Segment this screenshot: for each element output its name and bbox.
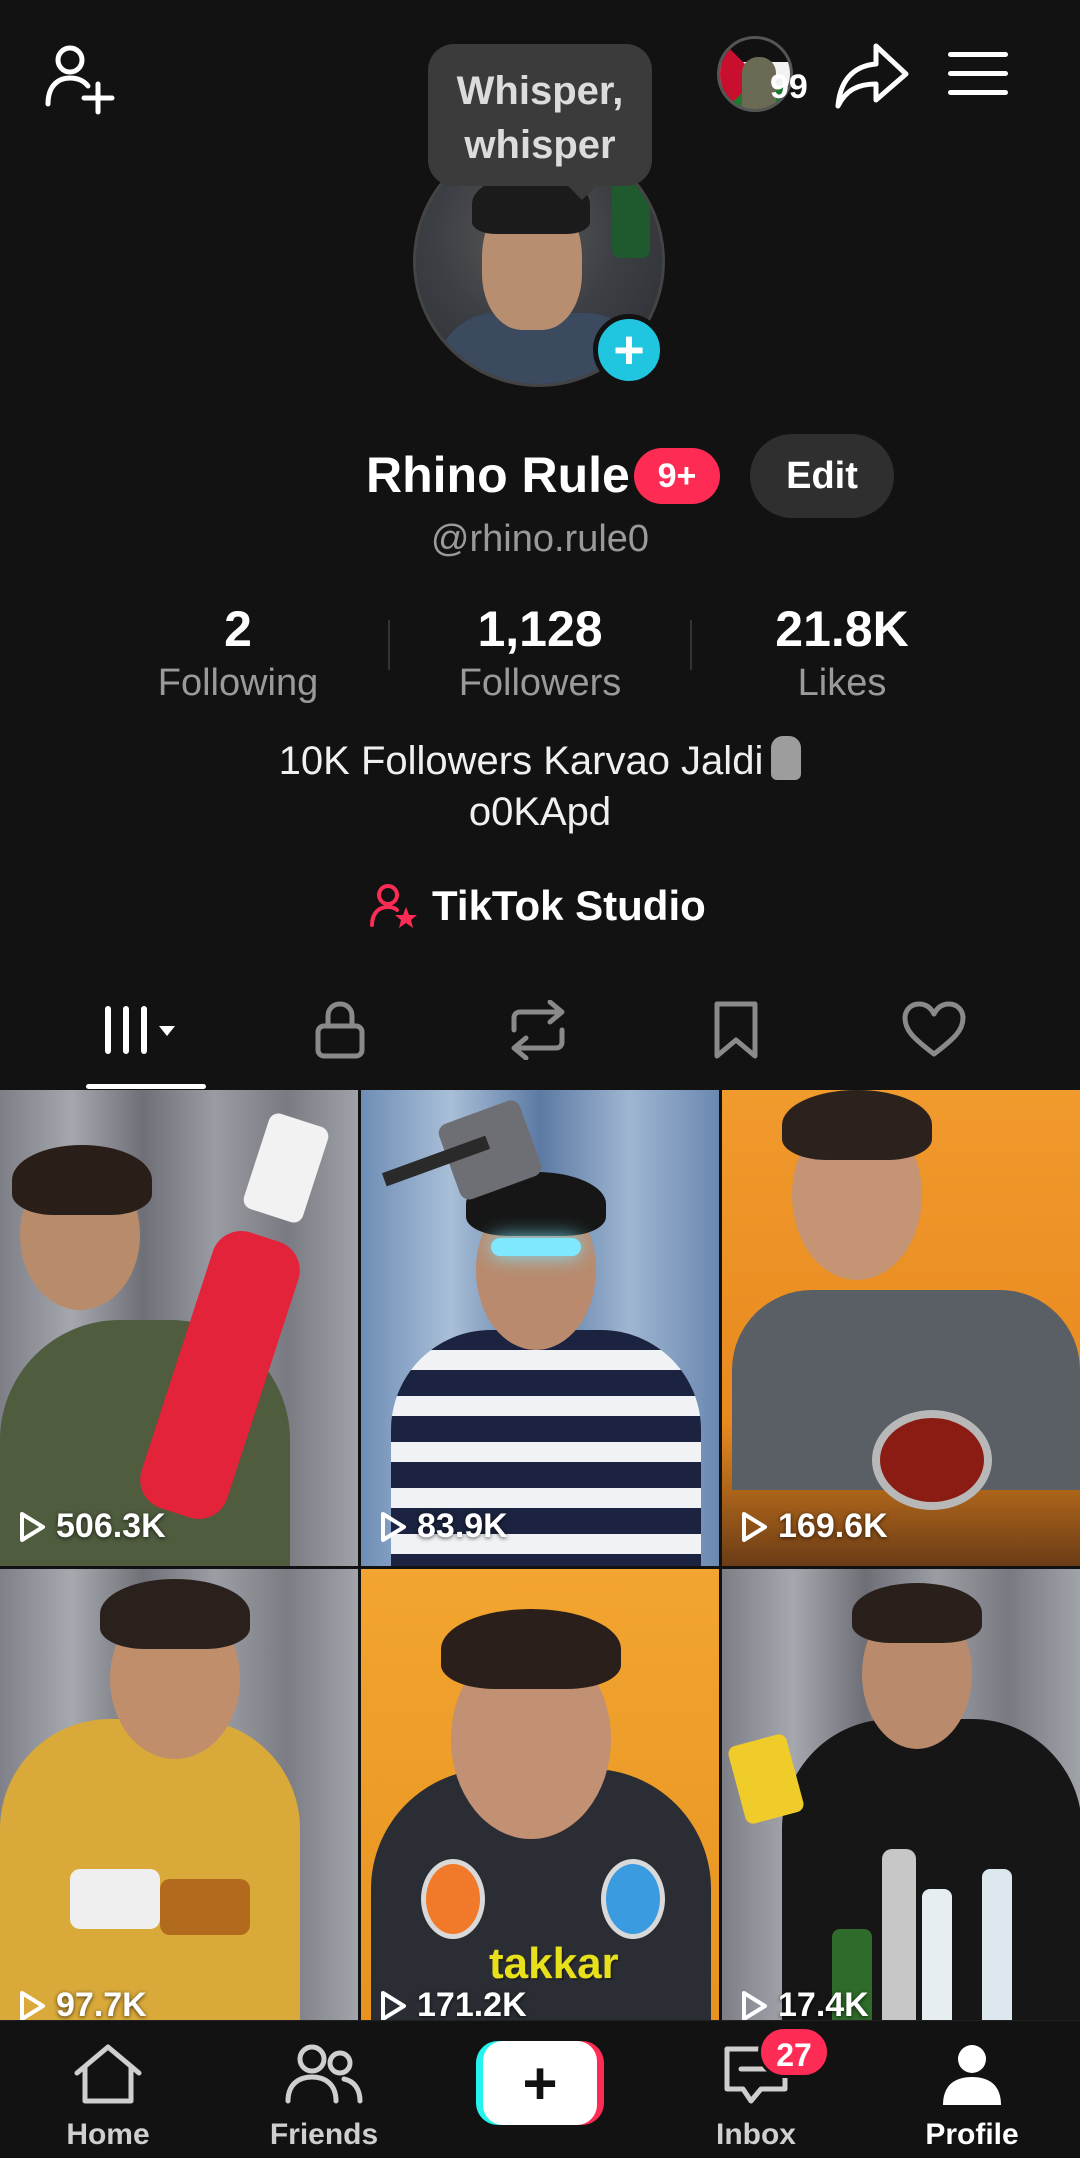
story-count: 99 [770,68,808,106]
play-icon [20,1511,45,1542]
name-notification-badge: 9+ [634,448,720,504]
bookmark-icon [714,1001,758,1059]
video-tile[interactable]: 97.7K [0,1569,358,2020]
video-tile[interactable]: 506.3K [0,1090,358,1566]
tooltip-line-1: Whisper, [456,69,624,113]
view-count: 83.9K [379,1507,508,1546]
nav-label: Friends [269,2118,379,2151]
play-icon [742,1511,767,1542]
stat-value: 2 [224,601,252,657]
creator-star-icon [370,884,417,928]
home-icon [74,2044,142,2104]
heart-icon [902,1001,966,1057]
add-story-plus-icon[interactable]: + [593,314,665,386]
stat-divider [388,620,390,670]
nav-friends[interactable]: Friends [234,2041,414,2152]
tab-videos[interactable] [38,980,254,1080]
play-icon [381,1511,406,1542]
bio-text: 10K Followers Karvao Jaldi [278,739,764,783]
tiktok-studio-label: TikTok Studio [432,882,706,929]
inbox-unread-badge: 27 [758,2026,830,2078]
stat-label: Following [157,662,319,704]
video-grid: 506.3K 83.9K 169.6K 97.7K takkar 171.2K … [0,1090,1080,2020]
view-count-value: 169.6K [778,1507,888,1545]
bio-line-1: 10K Followers Karvao Jaldi [0,736,1080,784]
video-overlay-text: takkar [489,1939,619,1988]
view-count-value: 97.7K [56,1986,147,2020]
view-count: 97.7K [18,1986,147,2020]
stat-label: Followers [458,662,622,704]
profile-name: Rhino Rule [366,447,630,503]
tab-reposts[interactable] [430,980,646,1080]
profile-icon [943,2045,1001,2105]
video-tile[interactable]: 83.9K [361,1090,719,1566]
view-count: 506.3K [18,1507,166,1546]
menu-icon[interactable] [946,44,1010,104]
whisper-tooltip: Whisper, whisper [428,44,652,200]
play-icon [381,1990,406,2020]
add-friend-icon[interactable] [40,38,120,118]
nav-home[interactable]: Home [18,2041,198,2152]
view-count-value: 83.9K [417,1507,508,1545]
active-tab-indicator [86,1084,206,1089]
stat-followers[interactable]: 1,128 Followers [410,600,670,705]
view-count-value: 506.3K [56,1507,166,1545]
play-icon [20,1990,45,2020]
tab-private[interactable] [232,980,448,1080]
profile-handle: @rhino.rule0 [430,518,650,560]
lock-icon [315,1001,365,1059]
grid-icon [105,1006,175,1054]
tiktok-studio-link[interactable]: TikTok Studio [370,876,706,936]
edit-profile-button[interactable]: Edit [750,434,894,518]
tab-saved[interactable] [628,980,844,1080]
video-tile[interactable]: takkar 171.2K [361,1569,719,2020]
stat-following[interactable]: 2 Following [108,600,368,705]
plus-icon: + [483,2041,597,2125]
view-count-value: 171.2K [417,1986,527,2020]
profile-tabs [0,980,1080,1090]
view-count: 17.4K [740,1986,869,2020]
stat-label: Likes [797,662,887,704]
tooltip-line-2: whisper [464,123,616,167]
video-tile[interactable]: 17.4K [722,1569,1080,2020]
create-button[interactable]: + [476,2041,604,2125]
bottom-nav: Home Friends + Inbox Profile [0,2020,1080,2158]
view-count-value: 17.4K [778,1986,869,2020]
stat-value: 1,128 [477,601,603,657]
moai-emoji-icon [771,736,802,780]
nav-label: Profile [925,2118,1019,2151]
nav-profile[interactable]: Profile [882,2041,1062,2152]
stat-value: 21.8K [775,601,909,657]
stat-likes[interactable]: 21.8K Likes [712,600,972,705]
stat-divider [690,620,692,670]
friends-icon [285,2044,363,2104]
view-count: 171.2K [379,1986,527,2020]
video-tile[interactable]: 169.6K [722,1090,1080,1566]
share-icon[interactable] [832,36,912,116]
nav-label: Inbox [716,2118,796,2151]
view-count: 169.6K [740,1507,888,1546]
nav-label: Home [66,2118,150,2151]
bio-line-2: o0KApd [468,790,612,834]
play-icon [742,1990,767,2020]
tab-liked[interactable] [826,980,1042,1080]
repost-icon [511,1000,565,1060]
